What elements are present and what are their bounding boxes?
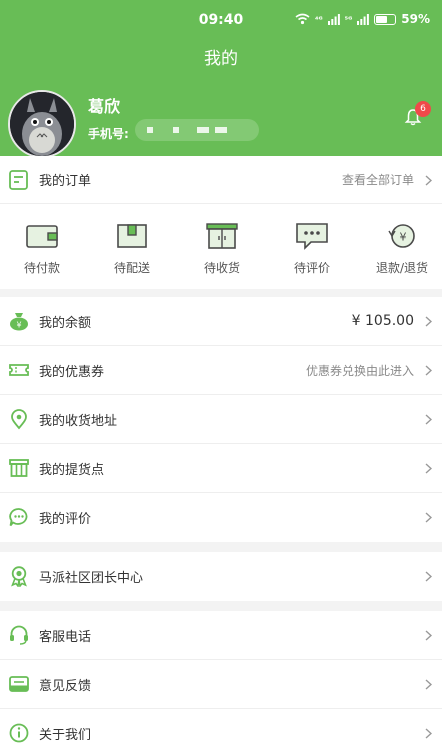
customer-service-row[interactable]: 客服电话 [0, 611, 442, 660]
package-icon [117, 224, 147, 248]
chevron-right-icon [425, 316, 432, 327]
avatar-image [10, 92, 74, 156]
about-label: 关于我们 [39, 728, 92, 743]
coupon-row[interactable]: 我的优惠券 优惠券兑换由此进入 [0, 346, 442, 395]
avatar[interactable] [8, 90, 76, 158]
balance-row[interactable]: ¥ 我的余额 ¥ 105.00 [0, 297, 442, 346]
signal-icon [327, 13, 340, 25]
pickup-point-label: 我的提货点 [39, 462, 105, 478]
order-pending-delivery[interactable]: 待配送 [92, 222, 172, 276]
chevron-right-icon [425, 728, 432, 739]
address-label: 我的收货地址 [39, 413, 118, 429]
balance-label: 我的余额 [39, 315, 92, 331]
order-pending-receipt[interactable]: 待收货 [182, 222, 262, 276]
orders-title: 我的订单 [39, 174, 92, 189]
notification-badge: 6 [415, 101, 431, 117]
chevron-right-icon [425, 175, 432, 186]
info-icon [9, 723, 29, 743]
order-pending-delivery-label: 待配送 [113, 261, 150, 275]
coupon-hint: 优惠券兑换由此进入 [305, 363, 414, 378]
chevron-right-icon [425, 365, 432, 376]
svg-text:¥: ¥ [400, 231, 407, 244]
order-list-icon [9, 170, 28, 190]
orders-card: 我的订单 查看全部订单 待付款 待配送 待收货 待评价 ¥ 退款/退货 [0, 156, 442, 289]
wifi-icon [295, 13, 310, 25]
orders-row[interactable]: 我的订单 查看全部订单 [0, 156, 442, 204]
signal-icon-2 [357, 13, 370, 25]
account-card: ¥ 我的余额 ¥ 105.00 我的优惠券 优惠券兑换由此进入 我的收货地址 我… [0, 297, 442, 542]
balance-value: ¥ 105.00 [351, 313, 414, 329]
order-refund[interactable]: ¥ 退款/退货 [362, 222, 442, 276]
chat-bubble-icon [9, 508, 28, 527]
headset-icon [10, 625, 28, 645]
review-row[interactable]: 我的评价 [0, 493, 442, 542]
chevron-right-icon [425, 679, 432, 690]
customer-service-label: 客服电话 [39, 629, 92, 645]
battery-percent: 59% [401, 12, 430, 26]
feedback-icon [9, 676, 29, 692]
battery-icon [374, 13, 397, 25]
service-card: 客服电话 意见反馈 关于我们 [0, 611, 442, 749]
network-4g-label: ⁴ᴳ [314, 14, 323, 24]
username: 葛欣 [88, 97, 121, 116]
coupon-icon [9, 364, 29, 376]
review-label: 我的评价 [39, 512, 92, 527]
order-status-grid: 待付款 待配送 待收货 待评价 ¥ 退款/退货 [0, 204, 442, 289]
feedback-row[interactable]: 意见反馈 [0, 660, 442, 709]
chevron-right-icon [425, 571, 432, 582]
status-icons: ⁴ᴳ ⁵ᴳ 59% [295, 12, 430, 26]
order-refund-label: 退款/退货 [375, 261, 429, 275]
community-card: 马派社区团长中心 [0, 552, 442, 601]
phone-number-masked [135, 119, 259, 141]
about-row[interactable]: 关于我们 [0, 709, 442, 749]
storefront-icon [9, 459, 29, 477]
cabinet-icon [206, 223, 238, 249]
order-pending-receipt-label: 待收货 [203, 261, 240, 275]
award-badge-icon [11, 566, 27, 587]
order-pending-payment-label: 待付款 [23, 261, 60, 275]
chevron-right-icon [425, 512, 432, 523]
group-leader-label: 马派社区团长中心 [39, 571, 144, 586]
status-bar: 09:40 ⁴ᴳ ⁵ᴳ 59% [0, 8, 442, 32]
money-bag-icon: ¥ [10, 313, 28, 331]
order-pending-payment[interactable]: 待付款 [2, 222, 82, 276]
chevron-right-icon [425, 630, 432, 641]
address-row[interactable]: 我的收货地址 [0, 395, 442, 444]
pickup-point-row[interactable]: 我的提货点 [0, 444, 442, 493]
group-leader-row[interactable]: 马派社区团长中心 [0, 552, 442, 601]
chevron-right-icon [425, 414, 432, 425]
order-pending-review-label: 待评价 [293, 261, 330, 275]
page-title: 我的 [204, 49, 238, 69]
phone-label: 手机号: [88, 127, 129, 141]
coupon-label: 我的优惠券 [39, 364, 105, 380]
order-pending-review[interactable]: 待评价 [272, 222, 352, 276]
feedback-label: 意见反馈 [39, 678, 92, 694]
view-all-orders-link[interactable]: 查看全部订单 [342, 171, 414, 188]
network-5g-label: ⁵ᴳ [344, 14, 353, 24]
profile-header: 09:40 ⁴ᴳ ⁵ᴳ 59% 我的 葛欣 手机号: 6 [0, 0, 442, 158]
comment-icon [296, 223, 328, 250]
wallet-icon [26, 225, 58, 248]
refund-icon: ¥ [388, 224, 415, 248]
chevron-right-icon [425, 463, 432, 474]
location-pin-icon [11, 409, 27, 430]
svg-text:¥: ¥ [16, 321, 21, 330]
